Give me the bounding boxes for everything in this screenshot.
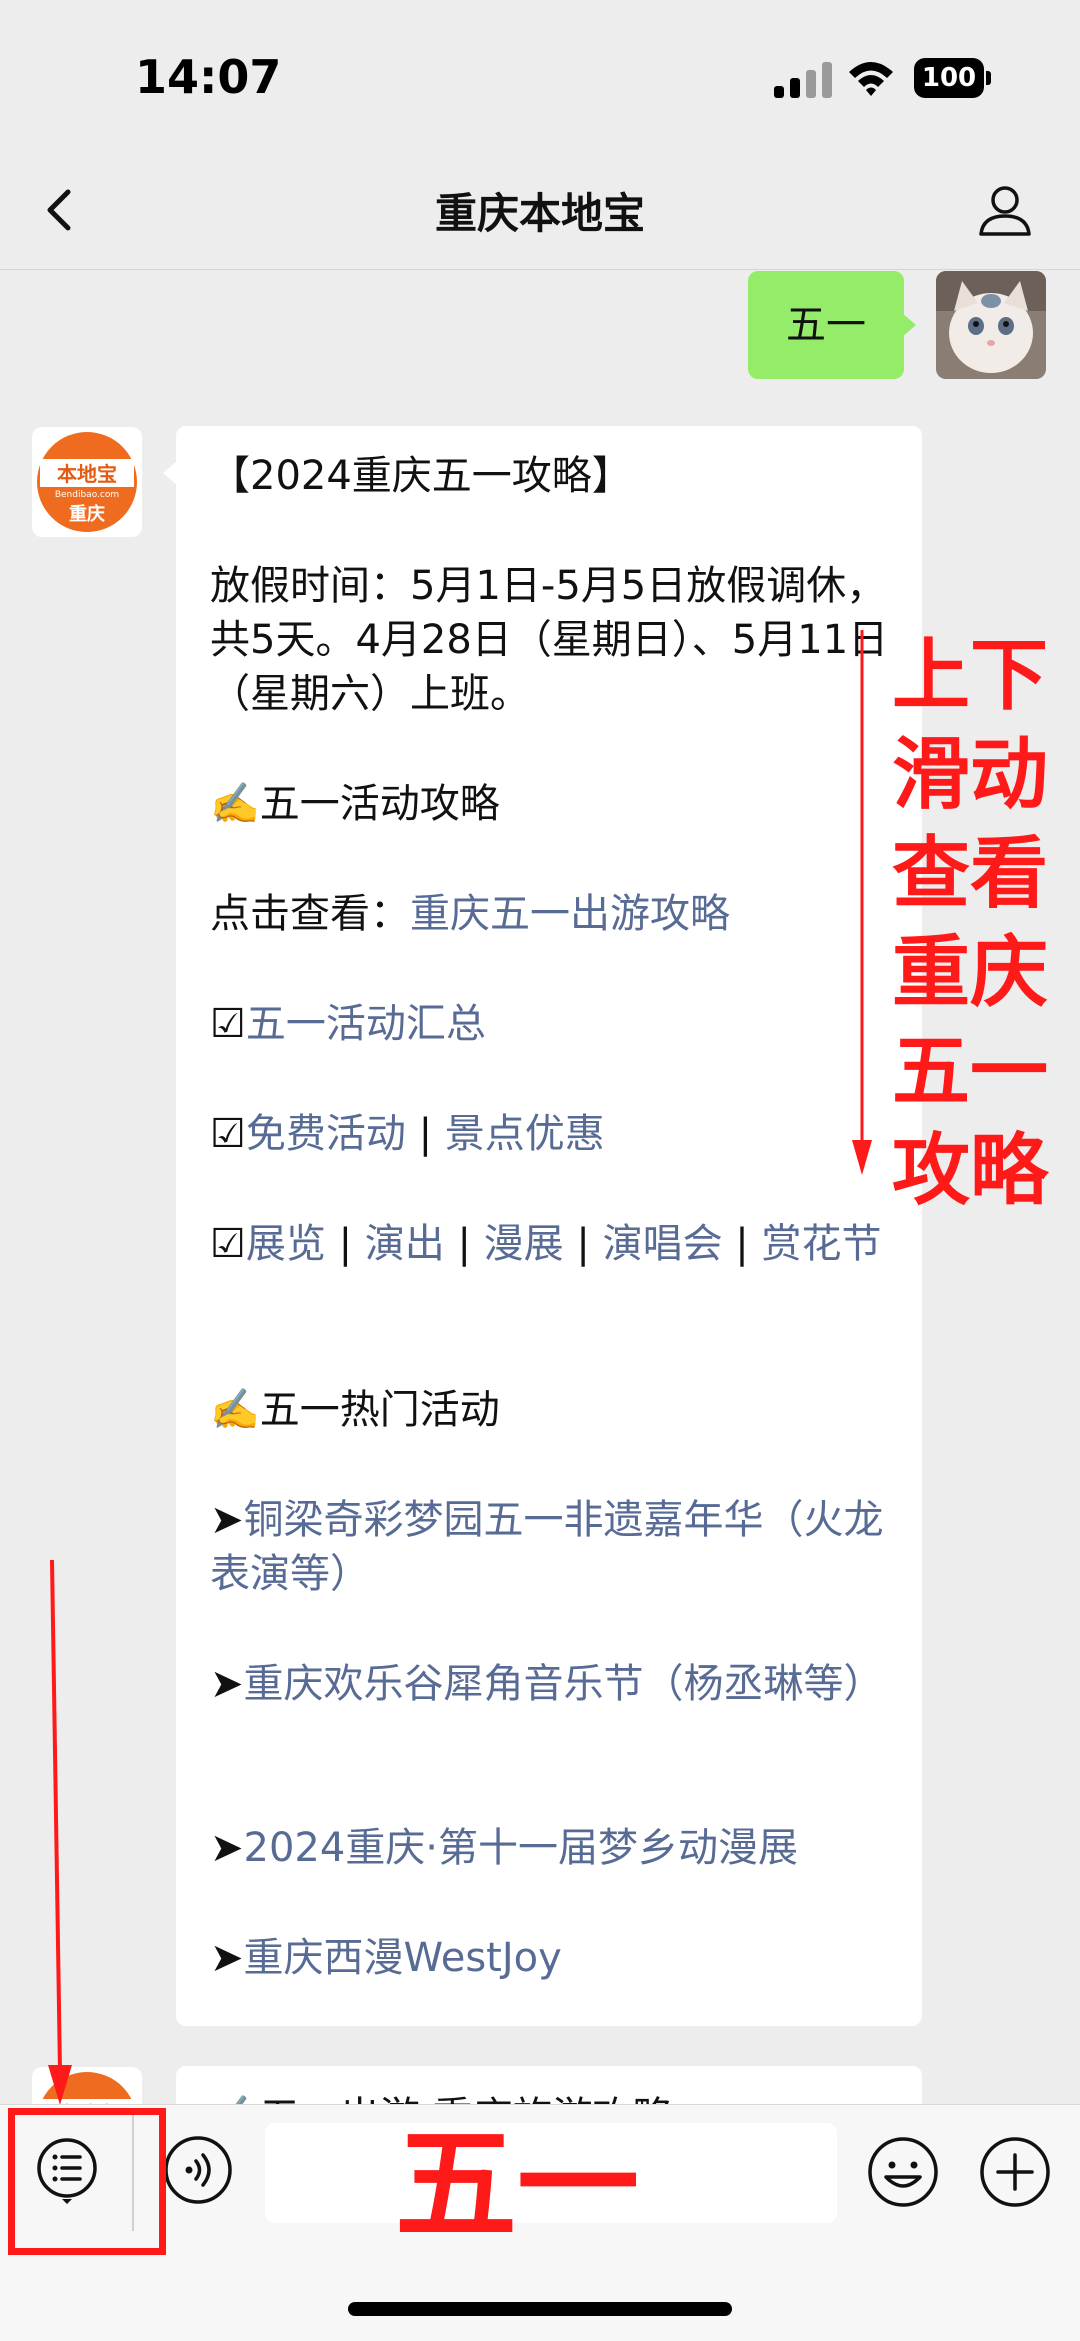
- scenic-discount-link[interactable]: 景点优惠: [445, 1111, 605, 1157]
- down-arrow-annotation-icon: [852, 630, 872, 1175]
- profile-icon[interactable]: [975, 180, 1035, 240]
- free-activities-link[interactable]: 免费活动: [246, 1111, 406, 1157]
- emoji-icon[interactable]: [866, 2135, 940, 2209]
- arrow-bullet-icon: ➤: [210, 1661, 244, 1707]
- hot-event-link[interactable]: 2024重庆·第十一届梦乡动漫展: [244, 1825, 799, 1871]
- battery-icon: 100: [914, 58, 992, 98]
- travel-guide-link[interactable]: 重庆五一出游攻略: [410, 891, 730, 937]
- outgoing-bubble-tail: [902, 313, 916, 337]
- holiday-info: 放假时间：5月1日-5月5日放假调休，共5天。4月28日（星期日）、5月11日（…: [210, 563, 889, 717]
- hot-event-link[interactable]: 重庆西漫WestJoy: [244, 1935, 562, 1981]
- hot-event-item: ➤铜梁奇彩梦园五一非遗嘉年华（火龙表演等）: [210, 1493, 900, 1601]
- input-hint-annotation: 五一: [395, 2114, 639, 2256]
- exhibition-link[interactable]: 展览: [246, 1221, 326, 1267]
- svg-text:重庆: 重庆: [69, 503, 105, 525]
- menu-highlight-box: [8, 2108, 166, 2255]
- arrow-bullet-icon: ➤: [210, 1825, 244, 1871]
- hot-event-link[interactable]: 重庆欢乐谷犀角音乐节（杨丞琳等）: [244, 1661, 884, 1707]
- arrow-bullet-icon: ➤: [210, 1935, 244, 1981]
- cellular-signal-icon: [774, 62, 832, 98]
- exhibitions-line: ☑展览 | 演出 | 漫展 | 演唱会 | 赏花节: [210, 1217, 900, 1271]
- click-view-prefix: 点击查看：: [210, 891, 410, 937]
- battery-level: 100: [914, 58, 984, 98]
- wifi-icon: [849, 62, 893, 96]
- hot-event-link[interactable]: 铜梁奇彩梦园五一非遗嘉年华（火龙表演等）: [210, 1497, 884, 1597]
- bot-avatar[interactable]: 本地宝 Bendibao.com 重庆: [32, 427, 142, 537]
- section-heading-activities: ✍️五一活动攻略: [210, 781, 500, 827]
- flower-festival-link[interactable]: 赏花节: [761, 1221, 881, 1267]
- separator: |: [563, 1221, 603, 1267]
- incoming-message-preview: ✍️五一出游 重庆旅游攻略: [176, 2066, 922, 2104]
- section-heading-hot-events: ✍️五一热门活动: [210, 1387, 500, 1433]
- click-view-line: 点击查看：重庆五一出游攻略: [210, 887, 900, 941]
- chat-screen: 14:07 100 重庆本地宝 五一 本地宝 Bendibao.com 重庆 【…: [0, 0, 1080, 2341]
- back-icon[interactable]: [30, 178, 90, 242]
- page-title: 重庆本地宝: [434, 189, 645, 238]
- status-time: 14:07: [135, 50, 282, 104]
- separator: |: [444, 1221, 484, 1267]
- separator: |: [405, 1111, 445, 1157]
- checkbox-icon: ☑: [210, 1221, 246, 1267]
- pointer-arrow-annotation-icon: [48, 1560, 72, 2105]
- home-indicator: [348, 2302, 732, 2316]
- separator: |: [722, 1221, 762, 1267]
- outgoing-message[interactable]: 五一: [748, 271, 904, 379]
- kitten-avatar-image: [936, 271, 1046, 379]
- separator: |: [325, 1221, 365, 1267]
- svg-text:Bendibao.com: Bendibao.com: [55, 490, 119, 500]
- concert-link[interactable]: 演唱会: [603, 1221, 723, 1267]
- next-message-preview: ✍️五一出游 重庆旅游攻略: [210, 2090, 900, 2104]
- plus-icon[interactable]: [978, 2135, 1052, 2209]
- user-avatar[interactable]: [936, 271, 1046, 379]
- incoming-message: 【2024重庆五一攻略】 放假时间：5月1日-5月5日放假调休，共5天。4月28…: [176, 426, 922, 2026]
- activity-summary-link[interactable]: 五一活动汇总: [246, 1001, 486, 1047]
- checkbox-icon: ☑: [210, 1111, 246, 1157]
- svg-text:本地宝: 本地宝: [57, 462, 117, 486]
- performance-link[interactable]: 演出: [365, 1221, 445, 1267]
- incoming-bubble-tail: [163, 461, 177, 485]
- checkbox-icon: ☑: [210, 1001, 246, 1047]
- message-title: 【2024重庆五一攻略】: [210, 453, 632, 499]
- summary-line: ☑五一活动汇总: [210, 997, 900, 1051]
- hot-event-item: ➤重庆欢乐谷犀角音乐节（杨丞琳等）: [210, 1657, 900, 1711]
- free-activities-line: ☑免费活动 | 景点优惠: [210, 1107, 900, 1161]
- hot-event-item: ➤重庆西漫WestJoy: [210, 1931, 900, 1985]
- comic-expo-link[interactable]: 漫展: [484, 1221, 564, 1267]
- voice-icon[interactable]: [163, 2135, 233, 2205]
- nav-bar: 重庆本地宝: [0, 150, 1080, 270]
- hot-event-item: ➤2024重庆·第十一届梦乡动漫展: [210, 1821, 900, 1875]
- bendibao-logo-icon: 本地宝 Bendibao.com 重庆: [37, 432, 137, 532]
- status-bar: 14:07 100: [0, 0, 1080, 150]
- arrow-bullet-icon: ➤: [210, 1497, 244, 1543]
- scroll-hint-annotation: 上下滑动查看重庆五一攻略: [891, 631, 1048, 1216]
